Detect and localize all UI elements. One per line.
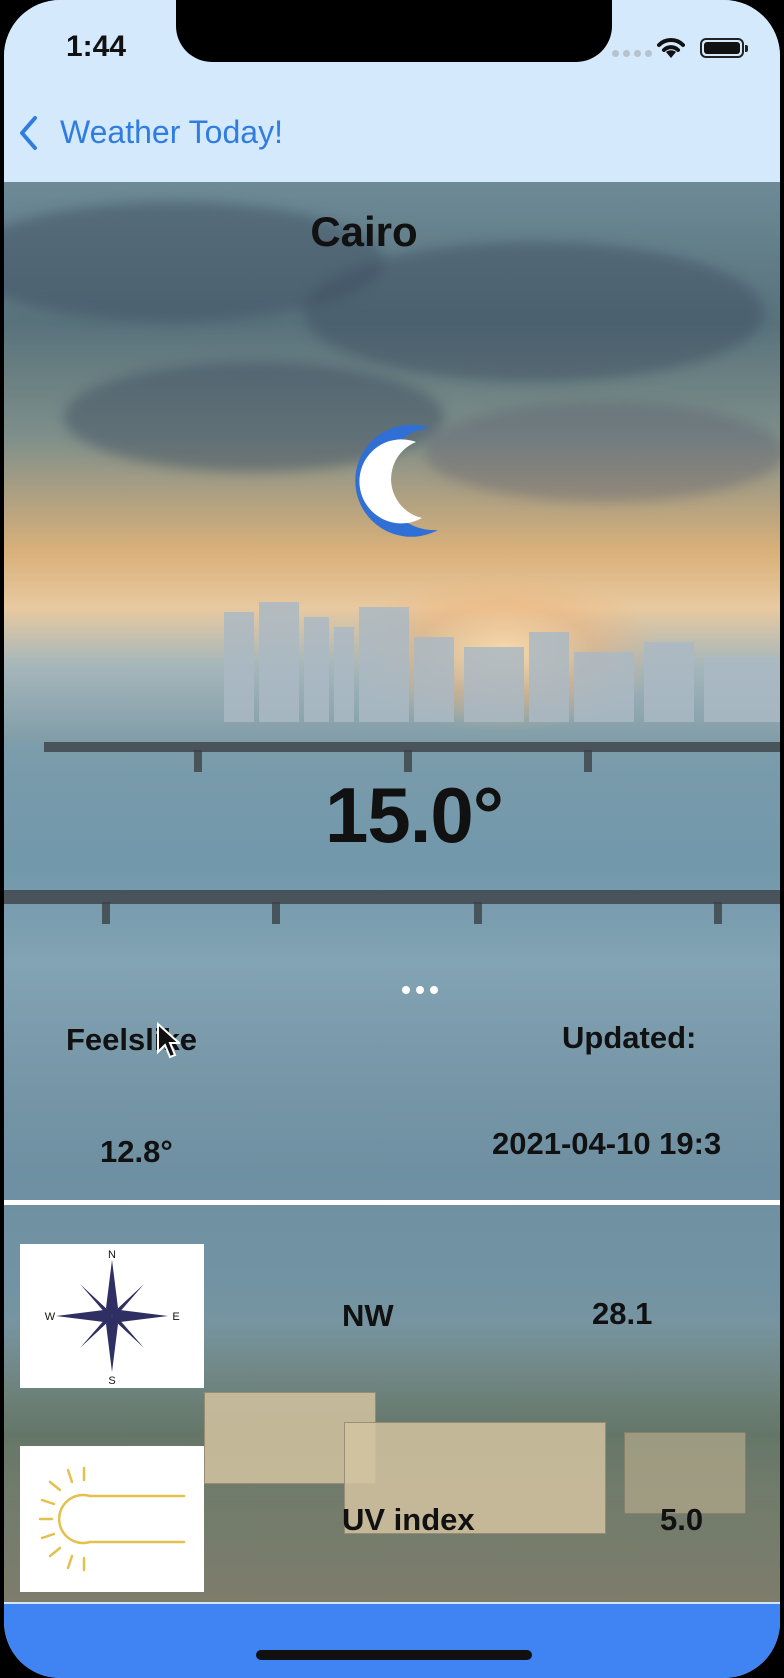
back-button[interactable]: Weather Today! xyxy=(18,114,283,151)
svg-text:S: S xyxy=(108,1375,115,1387)
phone-frame: 1:44 Weather Today! Cairo 15.0° Feelslik… xyxy=(0,0,784,1678)
back-button-label: Weather Today! xyxy=(60,114,283,150)
updated-value: 2021-04-10 19:3 xyxy=(492,1126,722,1161)
tab-bar[interactable] xyxy=(4,1604,780,1678)
page-dots[interactable] xyxy=(402,986,438,994)
svg-text:N: N xyxy=(108,1249,116,1261)
feels-like-value: 12.8° xyxy=(100,1134,173,1169)
svg-text:E: E xyxy=(172,1311,179,1323)
chevron-left-icon xyxy=(20,115,37,150)
city-name: Cairo xyxy=(310,208,418,255)
wifi-icon xyxy=(657,38,685,58)
mouse-cursor-icon xyxy=(157,1022,180,1059)
svg-text:W: W xyxy=(45,1311,56,1323)
uv-sun-box xyxy=(20,1446,204,1592)
battery-icon xyxy=(700,38,748,58)
app-screen: 1:44 Weather Today! Cairo 15.0° Feelslik… xyxy=(4,0,780,1678)
home-indicator[interactable] xyxy=(256,1650,532,1660)
uv-index-label: UV index xyxy=(342,1502,475,1537)
temperature: 15.0° xyxy=(324,771,504,859)
signal-icon xyxy=(612,50,652,57)
compass-icon: N S E W xyxy=(45,1249,180,1387)
status-time: 1:44 xyxy=(66,30,127,63)
sun-icon xyxy=(38,1466,186,1572)
uv-index-value: 5.0 xyxy=(660,1502,704,1537)
wind-compass-box: N S E W xyxy=(20,1244,204,1388)
updated-label: Updated: xyxy=(562,1020,697,1055)
notch xyxy=(176,0,612,62)
wind-direction: NW xyxy=(342,1298,394,1333)
wind-speed: 28.1 xyxy=(592,1296,653,1331)
background-image xyxy=(4,182,780,1602)
navigation-bar: Weather Today! xyxy=(4,90,780,182)
moon-icon xyxy=(355,424,438,537)
section-divider xyxy=(4,1200,780,1205)
